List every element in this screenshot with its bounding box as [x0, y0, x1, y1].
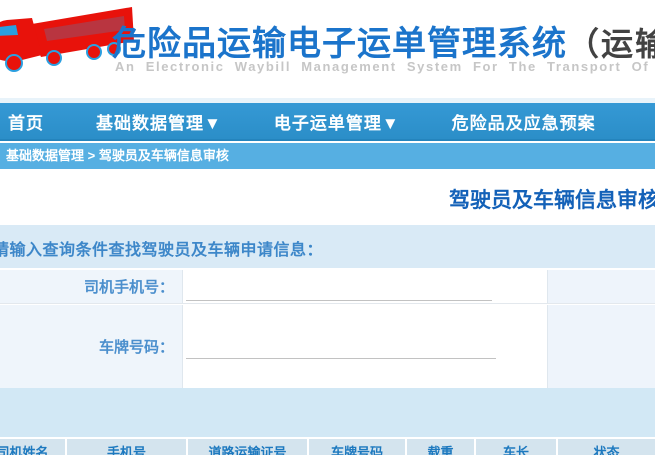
app-subtitle: An Electronic Waybill Management System … — [115, 59, 655, 74]
app-title-suffix: （运输公 — [567, 26, 655, 62]
driver-phone-label-cell: 司机手机号： — [0, 270, 182, 304]
breadcrumb[interactable]: 基础数据管理 > 驾驶员及车辆信息审核 — [0, 143, 655, 169]
column-header-phone: 手机号 — [67, 439, 188, 455]
column-header-plate-number: 车牌号码 — [309, 439, 407, 455]
nav-item-waybill-menu[interactable]: 电子运单管理▼ — [274, 109, 400, 134]
app-window: 危险品运输电子运单管理系统（运输公 An Electronic Waybill … — [0, 0, 655, 455]
app-title-main: 危险品运输电子运单管理系统 — [112, 25, 567, 63]
form-right-spacer-1 — [547, 270, 655, 304]
plate-number-label-cell: 车牌号码： — [0, 305, 182, 388]
column-header-status: 状态 — [558, 439, 655, 455]
nav-item-base-data-menu[interactable]: 基础数据管理▼ — [96, 109, 222, 134]
header: 危险品运输电子运单管理系统（运输公 An Electronic Waybill … — [0, 0, 655, 98]
column-header-vehicle-length: 车长 — [476, 439, 558, 455]
query-prompt: 请输入查询条件查找驾驶员及车辆申请信息： — [0, 236, 323, 260]
form-right-spacer-2 — [547, 305, 655, 388]
column-header-driver-name: 司机姓名 — [0, 439, 67, 455]
app-title: 危险品运输电子运单管理系统（运输公 — [112, 16, 655, 65]
plate-number-input[interactable] — [186, 332, 496, 359]
page-title: 驾驶员及车辆信息审核 — [449, 184, 655, 214]
nav-item-emergency-plan[interactable]: 危险品及应急预案 — [452, 109, 596, 134]
nav-item-home[interactable]: 首页 — [8, 109, 44, 134]
driver-phone-input[interactable] — [186, 274, 492, 301]
column-header-transport-cert: 道路运输证号 — [188, 439, 309, 455]
driver-phone-label: 司机手机号： — [0, 270, 182, 303]
column-header-load-capacity: 载重 — [407, 439, 476, 455]
query-band: 请输入查询条件查找驾驶员及车辆申请信息： — [0, 225, 655, 268]
results-table-header: 司机姓名 手机号 道路运输证号 车牌号码 载重 车长 状态 — [0, 437, 655, 455]
search-form: 司机手机号： 车牌号码： — [0, 268, 655, 388]
main-nav: 首页 基础数据管理▼ 电子运单管理▼ 危险品及应急预案 — [0, 103, 655, 141]
plate-number-label: 车牌号码： — [0, 305, 182, 388]
